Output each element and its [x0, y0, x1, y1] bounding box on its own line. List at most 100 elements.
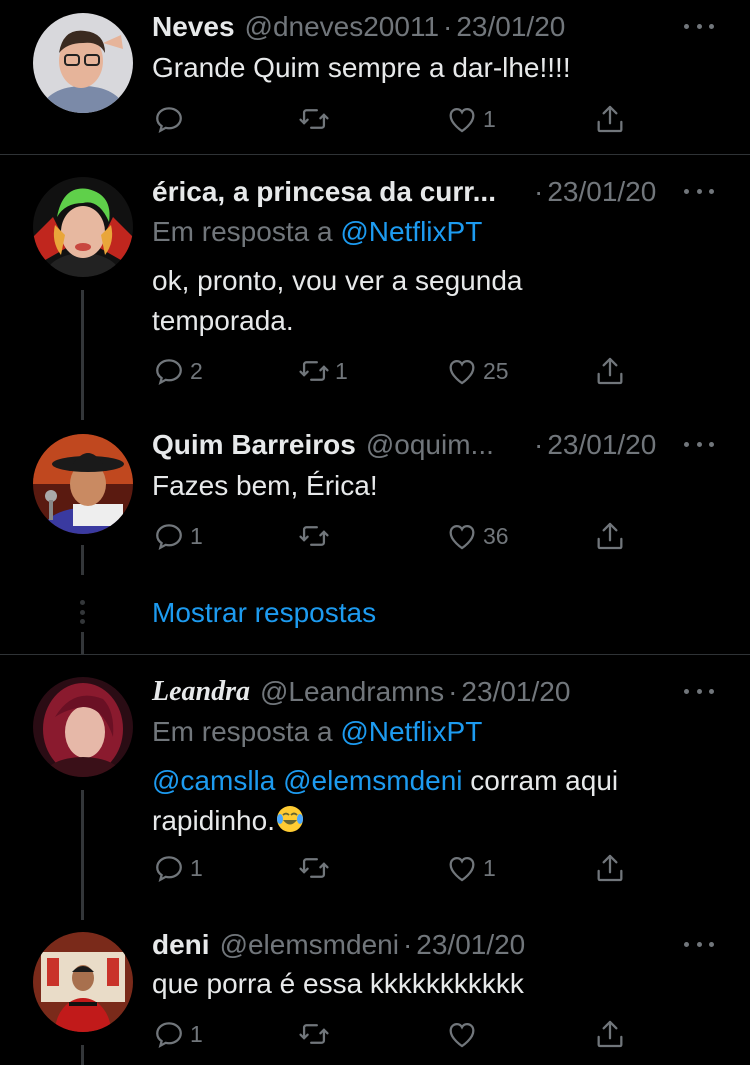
share-button[interactable] — [593, 1014, 627, 1054]
retweet-button[interactable] — [297, 848, 335, 888]
retweet-button[interactable]: 1 — [297, 351, 348, 391]
mention-link[interactable]: @NetflixPT — [340, 716, 482, 747]
heart-icon — [445, 851, 479, 885]
tweet-leandra[interactable]: Leandra @Leandramns · 23/01/20 Em respos… — [0, 655, 750, 905]
heart-icon — [445, 354, 479, 388]
face-with-tears-of-joy-icon — [276, 806, 303, 832]
share-button[interactable] — [593, 848, 627, 888]
tweet-text: que porra é essa kkkkkkkkkkk — [152, 968, 524, 999]
share-icon — [593, 851, 627, 885]
display-name[interactable]: Leandra — [152, 675, 250, 709]
tweet-text: Grande Quim sempre a dar-lhe!!!! — [152, 52, 571, 83]
like-button[interactable] — [445, 1014, 483, 1054]
reply-button[interactable]: 1 — [152, 848, 203, 888]
reply-button[interactable]: 2 — [152, 351, 203, 391]
retweet-icon — [297, 102, 331, 136]
tweet-neves[interactable]: Neves @dneves20011 · 23/01/20 Grande Qui… — [0, 0, 750, 154]
display-name[interactable]: Neves — [152, 10, 235, 44]
tweet-header: Leandra @Leandramns · 23/01/20 — [152, 675, 660, 709]
share-icon — [593, 1017, 627, 1051]
like-count: 25 — [483, 357, 509, 384]
mention-link[interactable]: @elemsmdeni — [283, 765, 462, 796]
separator-dot: · — [534, 176, 544, 207]
thread-more-dots — [80, 600, 85, 624]
reply-button[interactable] — [152, 99, 190, 139]
heart-icon — [445, 102, 479, 136]
reply-button[interactable]: 1 — [152, 516, 203, 556]
more-options-icon[interactable] — [684, 174, 714, 208]
reply-context: Em resposta a @NetflixPT — [152, 215, 482, 249]
tweet-text: ok, pronto, vou ver a segunda temporada. — [152, 265, 523, 336]
retweet-button[interactable] — [297, 99, 335, 139]
reply-count: 1 — [190, 854, 203, 881]
username[interactable]: @Leandramns — [260, 675, 444, 709]
like-button[interactable]: 1 — [445, 848, 496, 888]
reply-count: 1 — [190, 1020, 203, 1047]
avatar[interactable] — [33, 932, 133, 1032]
tweet-date[interactable]: 23/01/20 — [456, 10, 565, 44]
like-button[interactable]: 36 — [445, 516, 509, 556]
heart-icon — [445, 1017, 479, 1051]
like-count: 1 — [483, 854, 496, 881]
like-button[interactable]: 25 — [445, 351, 509, 391]
retweet-button[interactable] — [297, 1014, 335, 1054]
more-options-icon[interactable] — [684, 9, 714, 43]
tweet-quim-barreiros[interactable]: Quim Barreiros @oquim... · 23/01/20 Fazes… — [0, 420, 750, 580]
avatar[interactable] — [33, 677, 133, 777]
retweet-icon — [297, 851, 331, 885]
tweet-actions: 1 36 — [152, 516, 632, 556]
reply-button[interactable]: 1 — [152, 1014, 203, 1054]
tweet-date[interactable]: 23/01/20 — [416, 928, 525, 962]
avatar[interactable] — [33, 434, 133, 534]
tweet-deni[interactable]: deni @elemsmdeni · 23/01/20 que porra é … — [0, 920, 750, 1065]
share-button[interactable] — [593, 351, 627, 391]
like-button[interactable]: 1 — [445, 99, 496, 139]
avatar[interactable] — [33, 13, 133, 113]
reply-icon — [152, 354, 186, 388]
display-name[interactable]: deni — [152, 928, 210, 962]
tweet-header: deni @elemsmdeni · 23/01/20 — [152, 928, 660, 962]
retweet-icon — [297, 1017, 331, 1051]
share-icon — [593, 519, 627, 553]
tweet-date[interactable]: 23/01/20 — [547, 176, 656, 207]
show-replies-link[interactable]: Mostrar respostas — [152, 596, 376, 630]
retweet-count: 1 — [335, 357, 348, 384]
share-button[interactable] — [593, 516, 627, 556]
display-name[interactable]: érica, a princesa da curr... — [152, 175, 496, 209]
username[interactable]: @elemsmdeni — [220, 928, 399, 962]
thread-line — [81, 632, 84, 654]
username[interactable]: @oquim... — [366, 428, 494, 462]
reply-prefix: Em resposta a — [152, 716, 333, 747]
avatar[interactable] — [33, 177, 133, 277]
tweet-text: Fazes bem, Érica! — [152, 470, 378, 501]
like-count: 1 — [483, 105, 496, 132]
separator-dot: · — [443, 11, 453, 42]
heart-icon — [445, 519, 479, 553]
retweet-icon — [297, 354, 331, 388]
separator-dot: · — [448, 676, 458, 707]
tweet-date[interactable]: 23/01/20 — [547, 429, 656, 460]
more-options-icon[interactable] — [684, 927, 714, 961]
tweet-meta: · 23/01/20 — [530, 175, 656, 209]
retweet-button[interactable] — [297, 516, 335, 556]
username[interactable]: @dneves20011 — [245, 10, 440, 44]
reply-icon — [152, 519, 186, 553]
reply-count: 2 — [190, 357, 203, 384]
share-button[interactable] — [593, 99, 627, 139]
reply-context: Em resposta a @NetflixPT — [152, 715, 482, 749]
mention-link[interactable]: @camslla — [152, 765, 275, 796]
tweet-actions: 1 1 — [152, 848, 632, 888]
display-name[interactable]: Quim Barreiros — [152, 428, 356, 462]
tweet-meta: · 23/01/20 — [530, 428, 656, 462]
mention-link[interactable]: @NetflixPT — [340, 216, 482, 247]
separator-dot: · — [402, 929, 413, 960]
retweet-icon — [297, 519, 331, 553]
reply-icon — [152, 102, 186, 136]
tweet-erica[interactable]: érica, a princesa da curr... · 23/01/20 E… — [0, 155, 750, 405]
reply-icon — [152, 851, 186, 885]
more-options-icon[interactable] — [684, 674, 714, 708]
tweet-date[interactable]: 23/01/20 — [461, 675, 570, 709]
like-count: 36 — [483, 522, 509, 549]
more-options-icon[interactable] — [684, 427, 714, 461]
reply-prefix: Em resposta a — [152, 216, 333, 247]
